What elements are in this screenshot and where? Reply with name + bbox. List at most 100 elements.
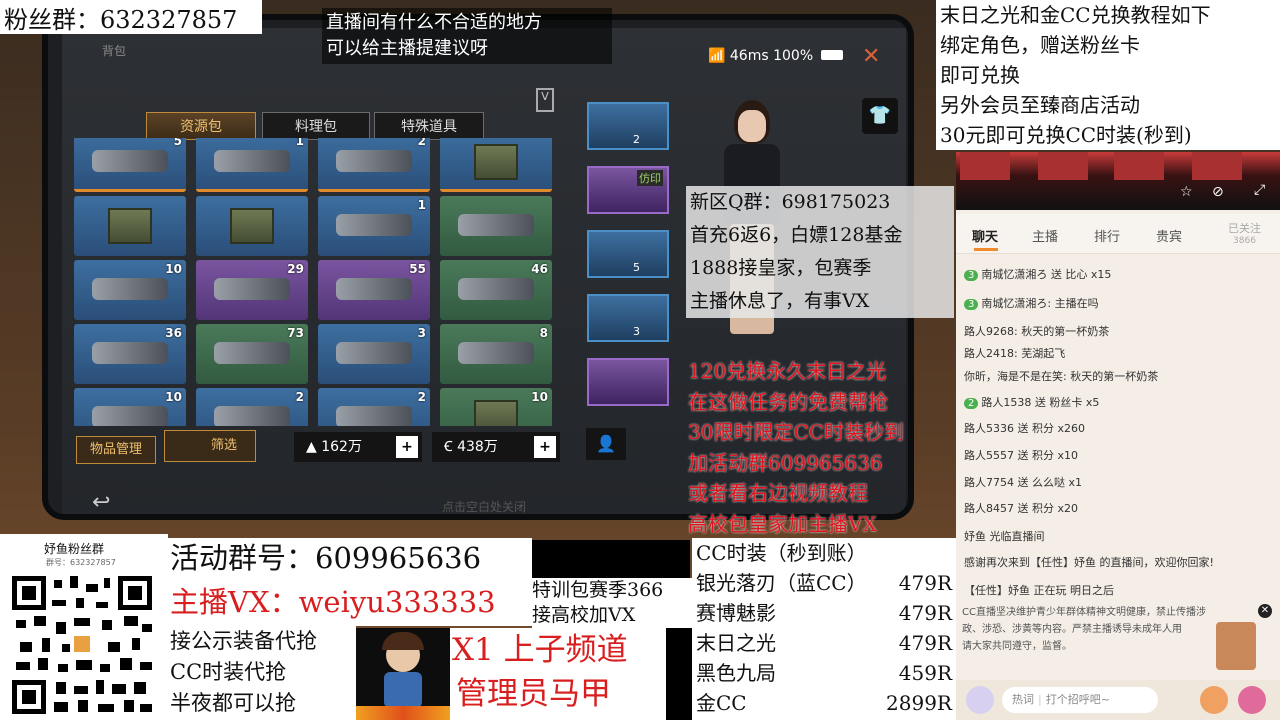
red-promo: 120兑换永久末日之光 在这做任务的免费帮抢 30限时限定CC时装秒到 加活动群… — [688, 356, 956, 539]
item-graphic — [474, 144, 518, 180]
add-currency-a-button[interactable]: + — [396, 436, 418, 458]
price-item-name: 赛博魅影 — [696, 601, 776, 625]
item-graphic — [214, 150, 290, 172]
tab-rank[interactable]: 排行 — [1094, 226, 1120, 245]
proxy-line3: 半夜都可以抢 — [170, 691, 296, 715]
tab-resource[interactable]: 资源包 — [146, 112, 256, 140]
inventory-slot[interactable]: 73 — [196, 324, 308, 384]
mute-icon[interactable]: ⊘ — [1212, 184, 1224, 200]
inventory-slot[interactable]: 55 — [318, 260, 430, 320]
item-count: 3 — [417, 326, 426, 340]
price-item-name: 金CC — [696, 691, 747, 715]
price-row: 金CC 2899R — [696, 688, 952, 718]
chat-message-text: 你昕，海是不是在笑: 秋天的第一杯奶茶 — [964, 370, 1159, 383]
top-notice-line2: 可以给主播提建议呀 — [326, 38, 488, 59]
close-icon[interactable]: ✕ — [862, 44, 880, 69]
user-avatar[interactable] — [966, 686, 994, 714]
item-durability-bar — [440, 189, 552, 192]
proxy-line2: CC时装代抢 — [170, 660, 287, 684]
chat-message-text: 路人2418: 芜湖起飞 — [964, 347, 1066, 360]
item-graphic — [336, 214, 412, 236]
inventory-slot[interactable]: 10 — [74, 388, 186, 426]
equipped-tag: 仿印 — [637, 170, 663, 186]
redeem-line1: 末日之光和金CC兑换教程如下 — [940, 3, 1211, 27]
chat-message-text: 妤鱼 光临直播间 — [964, 530, 1045, 543]
item-count: 8 — [539, 326, 548, 340]
user-level-badge: 2 — [964, 398, 979, 409]
price-item-name: 末日之光 — [696, 631, 776, 655]
inventory-slot[interactable] — [196, 196, 308, 256]
red-promo-line3: 30限时限定CC时装秒到 — [688, 420, 905, 444]
inventory-slot[interactable]: 5 — [74, 138, 186, 192]
currency-a: ▲ 162万 + — [294, 432, 422, 462]
inventory-slot[interactable]: 29 — [196, 260, 308, 320]
inventory-slot[interactable]: 2 — [196, 388, 308, 426]
filter-button[interactable]: 筛选 — [164, 430, 256, 462]
channel-info: X1 上子频道 管理员马甲 — [450, 628, 666, 720]
close-policy-icon[interactable]: ✕ — [1258, 604, 1272, 618]
inventory-slot[interactable]: 1 — [196, 138, 308, 192]
chat-input[interactable]: 热词 | 打个招呼吧~ — [1002, 687, 1158, 713]
chat-message: 2 路人1538 送 粉丝卡 x5 — [964, 394, 1099, 410]
equipped-slot[interactable]: 2 — [587, 102, 669, 150]
back-icon[interactable]: ↩ — [92, 490, 142, 514]
follow-status[interactable]: 已关注 3866 — [1228, 220, 1261, 246]
tab-special[interactable]: 特殊道具 — [374, 112, 484, 140]
red-promo-line4: 加活动群609965636 — [688, 450, 883, 475]
battery-readout: 100% — [773, 48, 814, 64]
outfit-icon[interactable]: 👕 — [862, 98, 898, 134]
tab-food[interactable]: 料理包 — [262, 112, 370, 140]
video-thumbnail[interactable]: ☆ ⊘ ⤢ — [956, 152, 1280, 210]
follow-count: 3866 — [1233, 236, 1256, 246]
season-line1: 特训包赛季366 — [532, 579, 664, 601]
coin-icon: Ꞓ — [444, 439, 453, 455]
inventory-slot[interactable]: 3 — [318, 324, 430, 384]
season-line2: 接高校加VX — [532, 604, 636, 626]
chat-message-text: 路人7754 送 么么哒 x1 — [964, 476, 1082, 489]
fullscreen-icon[interactable]: ⤢ — [1254, 182, 1265, 198]
chat-message: 你昕，海是不是在笑: 秋天的第一杯奶茶 — [964, 368, 1158, 384]
equipped-slot[interactable]: 5 — [587, 230, 669, 278]
shop-badge-icon[interactable] — [1216, 622, 1256, 670]
inventory-slot[interactable]: 8 — [440, 324, 552, 384]
add-currency-b-button[interactable]: + — [534, 436, 556, 458]
inventory-slot[interactable] — [440, 196, 552, 256]
fan-group-banner: 粉丝群：632327857 — [0, 0, 262, 34]
inventory-slot[interactable] — [74, 196, 186, 256]
mascot-avatar — [356, 628, 450, 720]
price-list-title: CC时装（秒到账） — [696, 541, 867, 565]
emoji-icon[interactable] — [1238, 686, 1266, 714]
profile-icon[interactable]: 👤 — [586, 428, 626, 460]
inventory-slot[interactable]: 10 — [74, 260, 186, 320]
equipped-slot[interactable]: 3 — [587, 294, 669, 342]
status-bar: 📶 46ms 100% — [708, 48, 843, 64]
red-promo-line6: 高校包皇家加主播VX — [688, 511, 877, 536]
item-grid: 5 1 2 1 10 29 55 46 36 73 3 8 10 2 2 10 — [74, 138, 564, 426]
inventory-slot[interactable]: 46 — [440, 260, 552, 320]
inventory-slot[interactable]: 1 — [318, 196, 430, 256]
tab-chat[interactable]: 聊天 — [972, 226, 998, 245]
item-graphic — [92, 150, 168, 172]
gift-icon[interactable] — [1200, 686, 1228, 714]
equipped-slot[interactable] — [587, 358, 669, 406]
item-count: 1 — [295, 138, 304, 148]
server-info: 新区Q群：698175023 首充6返6，白嫖128基金 1888接皇家，包赛季… — [686, 186, 954, 318]
tab-anchor[interactable]: 主播 — [1032, 226, 1058, 245]
inventory-slot[interactable]: 2 — [318, 388, 430, 426]
chat-message: 路人7754 送 么么哒 x1 — [964, 474, 1082, 490]
inventory-slot[interactable] — [440, 138, 552, 192]
star-icon[interactable]: ☆ — [1180, 184, 1193, 200]
proxy-info: 接公示装备代抢 CC时装代抢 半夜都可以抢 — [168, 626, 356, 720]
item-count: 10 — [165, 262, 182, 276]
inventory-slot[interactable]: 10 — [440, 388, 552, 426]
tab-vip[interactable]: 贵宾 — [1156, 226, 1182, 245]
manage-items-button[interactable]: 物品管理 — [76, 436, 156, 464]
inventory-slot[interactable]: 36 — [74, 324, 186, 384]
chat-message-text: 【任性】妤鱼 正在玩 明日之后 — [964, 584, 1114, 597]
stack-icon: ▲ — [306, 439, 317, 455]
item-durability-bar — [74, 189, 186, 192]
equipped-slot[interactable]: 仿印 — [587, 166, 669, 214]
item-graphic — [458, 342, 534, 364]
inventory-slot[interactable]: 2 — [318, 138, 430, 192]
chat-message: 路人8457 送 积分 x20 — [964, 500, 1078, 516]
